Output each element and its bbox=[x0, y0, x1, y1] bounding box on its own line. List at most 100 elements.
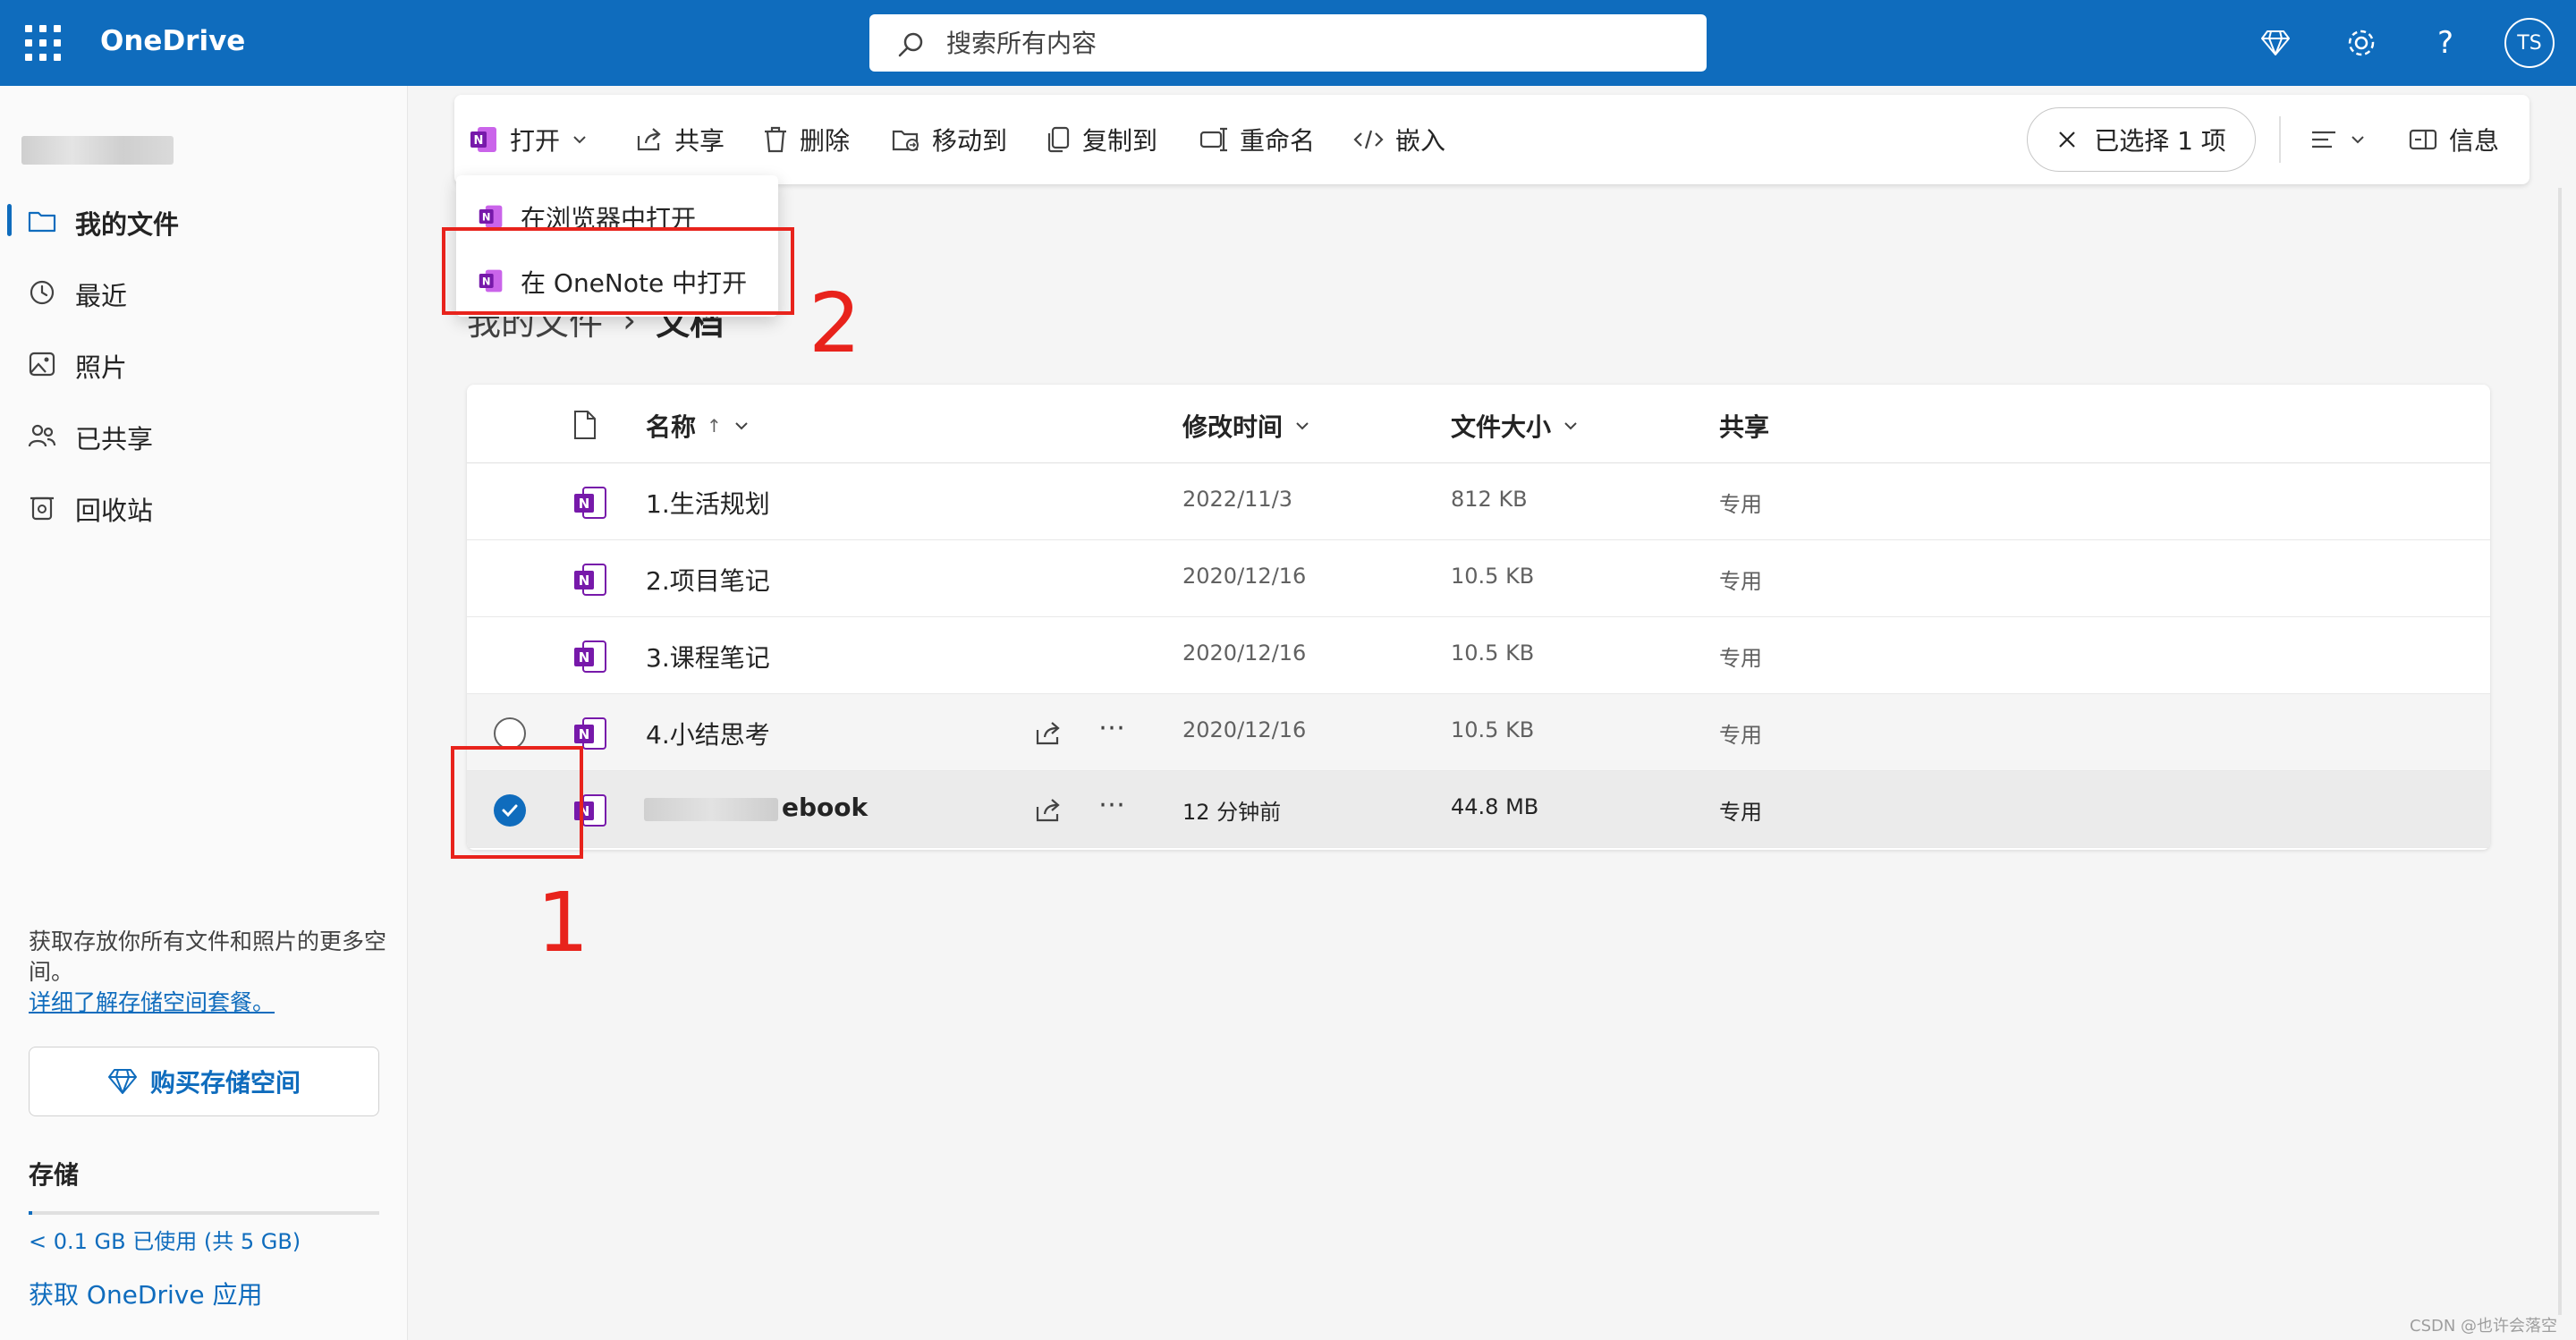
file-size: 10.5 KB bbox=[1451, 640, 1535, 666]
column-header-sharing[interactable]: 共享 bbox=[1719, 408, 1769, 444]
storage-bar bbox=[29, 1211, 379, 1215]
move-to-label: 移动到 bbox=[932, 126, 1008, 156]
sidebar-item-label: 我的文件 bbox=[75, 209, 180, 240]
storage-used-link[interactable]: < 0.1 GB 已使用 (共 5 GB) bbox=[29, 1224, 301, 1255]
file-name[interactable]: 4.小结思考 bbox=[646, 716, 770, 751]
sidebar-item-label: 照片 bbox=[75, 352, 128, 383]
table-row[interactable]: N 1.生活规划 2022/11/3 812 KB 专用 bbox=[467, 463, 2490, 540]
more-actions-icon[interactable]: ⋯ bbox=[1098, 712, 1125, 743]
more-actions-icon[interactable]: ⋯ bbox=[1098, 789, 1125, 820]
clear-selection-button[interactable]: 已选择 1 项 bbox=[2027, 107, 2256, 172]
sidebar-item-shared[interactable]: 已共享 bbox=[0, 406, 408, 463]
onenote-icon: N bbox=[470, 127, 496, 152]
file-name-blurred bbox=[644, 798, 778, 821]
column-header-name[interactable]: 名称 ↑ bbox=[646, 408, 750, 444]
top-bar: OneDrive ? TS bbox=[0, 0, 2576, 86]
file-size: 812 KB bbox=[1451, 487, 1528, 512]
file-type-icon[interactable] bbox=[572, 410, 597, 440]
sort-ascending-icon: ↑ bbox=[707, 415, 722, 437]
onenote-icon: N bbox=[479, 205, 503, 228]
column-header-label: 名称 bbox=[646, 412, 697, 442]
column-header-label: 修改时间 bbox=[1182, 412, 1284, 442]
code-icon bbox=[1353, 130, 1384, 149]
search-box[interactable] bbox=[869, 14, 1707, 72]
file-name[interactable]: 1.生活规划 bbox=[646, 485, 770, 521]
promo-text: 获取存放你所有文件和照片的更多空间。 bbox=[29, 929, 387, 985]
column-header-size[interactable]: 文件大小 bbox=[1451, 408, 1580, 444]
row-select-checkbox[interactable] bbox=[494, 717, 526, 750]
table-row[interactable]: N 2.项目笔记 2020/12/16 10.5 KB 专用 bbox=[467, 540, 2490, 617]
file-list-header: 名称 ↑ 修改时间 文件大小 共享 bbox=[467, 385, 2490, 463]
embed-button[interactable]: 嵌入 bbox=[1352, 122, 1445, 157]
modified-date: 2020/12/16 bbox=[1182, 640, 1307, 666]
sharing-status: 专用 bbox=[1719, 646, 1762, 671]
sidebar-item-label: 已共享 bbox=[75, 424, 154, 454]
column-header-label: 共享 bbox=[1719, 412, 1770, 442]
sidebar-item-label: 回收站 bbox=[75, 496, 154, 526]
chevron-down-icon bbox=[1564, 422, 1577, 430]
rename-label: 重命名 bbox=[1240, 126, 1316, 156]
share-icon bbox=[637, 128, 661, 151]
selected-count: 已选择 1 项 bbox=[2094, 126, 2226, 156]
share-button[interactable]: 共享 bbox=[635, 122, 724, 157]
annotation-label-1: 1 bbox=[537, 875, 589, 971]
people-icon bbox=[28, 424, 56, 447]
file-name[interactable]: 2.项目笔记 bbox=[646, 562, 770, 598]
delete-label: 删除 bbox=[800, 126, 851, 156]
view-options-button[interactable] bbox=[2309, 122, 2367, 157]
column-header-modified[interactable]: 修改时间 bbox=[1182, 408, 1311, 444]
table-row[interactable]: N ebook ⋯ 12 分钟前 44.8 MB 专用 bbox=[467, 771, 2490, 848]
svg-text:N: N bbox=[579, 496, 590, 512]
folder-icon bbox=[28, 211, 56, 233]
chevron-down-icon bbox=[2351, 136, 2364, 144]
diamond-icon[interactable] bbox=[2254, 21, 2297, 64]
file-name[interactable]: 3.课程笔记 bbox=[646, 639, 770, 674]
scrollbar[interactable] bbox=[2558, 188, 2562, 1315]
diamond-icon bbox=[107, 1069, 137, 1094]
help-icon[interactable]: ? bbox=[2424, 21, 2467, 64]
move-to-button[interactable]: 移动到 bbox=[891, 122, 1007, 157]
buy-storage-label: 购买存储空间 bbox=[149, 1068, 301, 1098]
file-name[interactable]: ebook bbox=[782, 793, 868, 822]
onenote-file-icon: N bbox=[574, 487, 606, 519]
svg-text:N: N bbox=[474, 134, 484, 148]
table-row[interactable]: N 4.小结思考 ⋯ 2020/12/16 10.5 KB 专用 bbox=[467, 694, 2490, 771]
sidebar-item-label: 最近 bbox=[75, 281, 128, 311]
share-icon[interactable] bbox=[1034, 796, 1063, 825]
storage-bar-fill bbox=[29, 1211, 32, 1215]
share-label: 共享 bbox=[674, 126, 725, 156]
share-icon[interactable] bbox=[1034, 719, 1063, 748]
rename-button[interactable]: 重命名 bbox=[1199, 122, 1315, 157]
get-app-link[interactable]: 获取 OneDrive 应用 bbox=[29, 1276, 262, 1311]
open-label: 打开 bbox=[510, 126, 561, 156]
storage-plans-link[interactable]: 详细了解存储空间套餐。 bbox=[29, 989, 275, 1015]
search-input[interactable] bbox=[946, 25, 1662, 61]
column-header-label: 文件大小 bbox=[1451, 412, 1552, 442]
info-button[interactable]: 信息 bbox=[2408, 122, 2499, 157]
annotation-box-2 bbox=[442, 227, 794, 315]
open-button[interactable]: N 打开 bbox=[469, 122, 589, 157]
copy-to-button[interactable]: 复制到 bbox=[1045, 122, 1157, 157]
close-icon bbox=[2059, 131, 2075, 148]
sidebar-item-recent[interactable]: 最近 bbox=[0, 263, 408, 320]
sharing-status: 专用 bbox=[1719, 800, 1762, 825]
sidebar-item-recycle-bin[interactable]: 回收站 bbox=[0, 478, 408, 535]
storage-title: 存储 bbox=[29, 1160, 80, 1190]
sidebar-item-photos[interactable]: 照片 bbox=[0, 335, 408, 392]
watermark: CSDN @也许会落空 bbox=[2410, 1317, 2558, 1336]
file-list: 名称 ↑ 修改时间 文件大小 共享 N 1.生活规划 2022/11/3 812… bbox=[467, 385, 2490, 850]
info-pane-icon bbox=[2409, 129, 2437, 150]
file-size: 10.5 KB bbox=[1451, 564, 1535, 589]
app-title[interactable]: OneDrive bbox=[100, 25, 245, 57]
svg-text:N: N bbox=[579, 572, 590, 589]
recycle-bin-icon bbox=[30, 496, 54, 521]
sidebar-item-my-files[interactable]: 我的文件 bbox=[0, 191, 408, 249]
gear-icon[interactable] bbox=[2340, 21, 2383, 64]
sharing-status: 专用 bbox=[1719, 569, 1762, 594]
delete-button[interactable]: 删除 bbox=[762, 122, 850, 157]
buy-storage-button[interactable]: 购买存储空间 bbox=[29, 1047, 379, 1116]
modified-date: 2020/12/16 bbox=[1182, 564, 1307, 589]
app-launcher-icon[interactable] bbox=[25, 25, 61, 61]
table-row[interactable]: N 3.课程笔记 2020/12/16 10.5 KB 专用 bbox=[467, 617, 2490, 694]
avatar[interactable]: TS bbox=[2504, 18, 2555, 68]
